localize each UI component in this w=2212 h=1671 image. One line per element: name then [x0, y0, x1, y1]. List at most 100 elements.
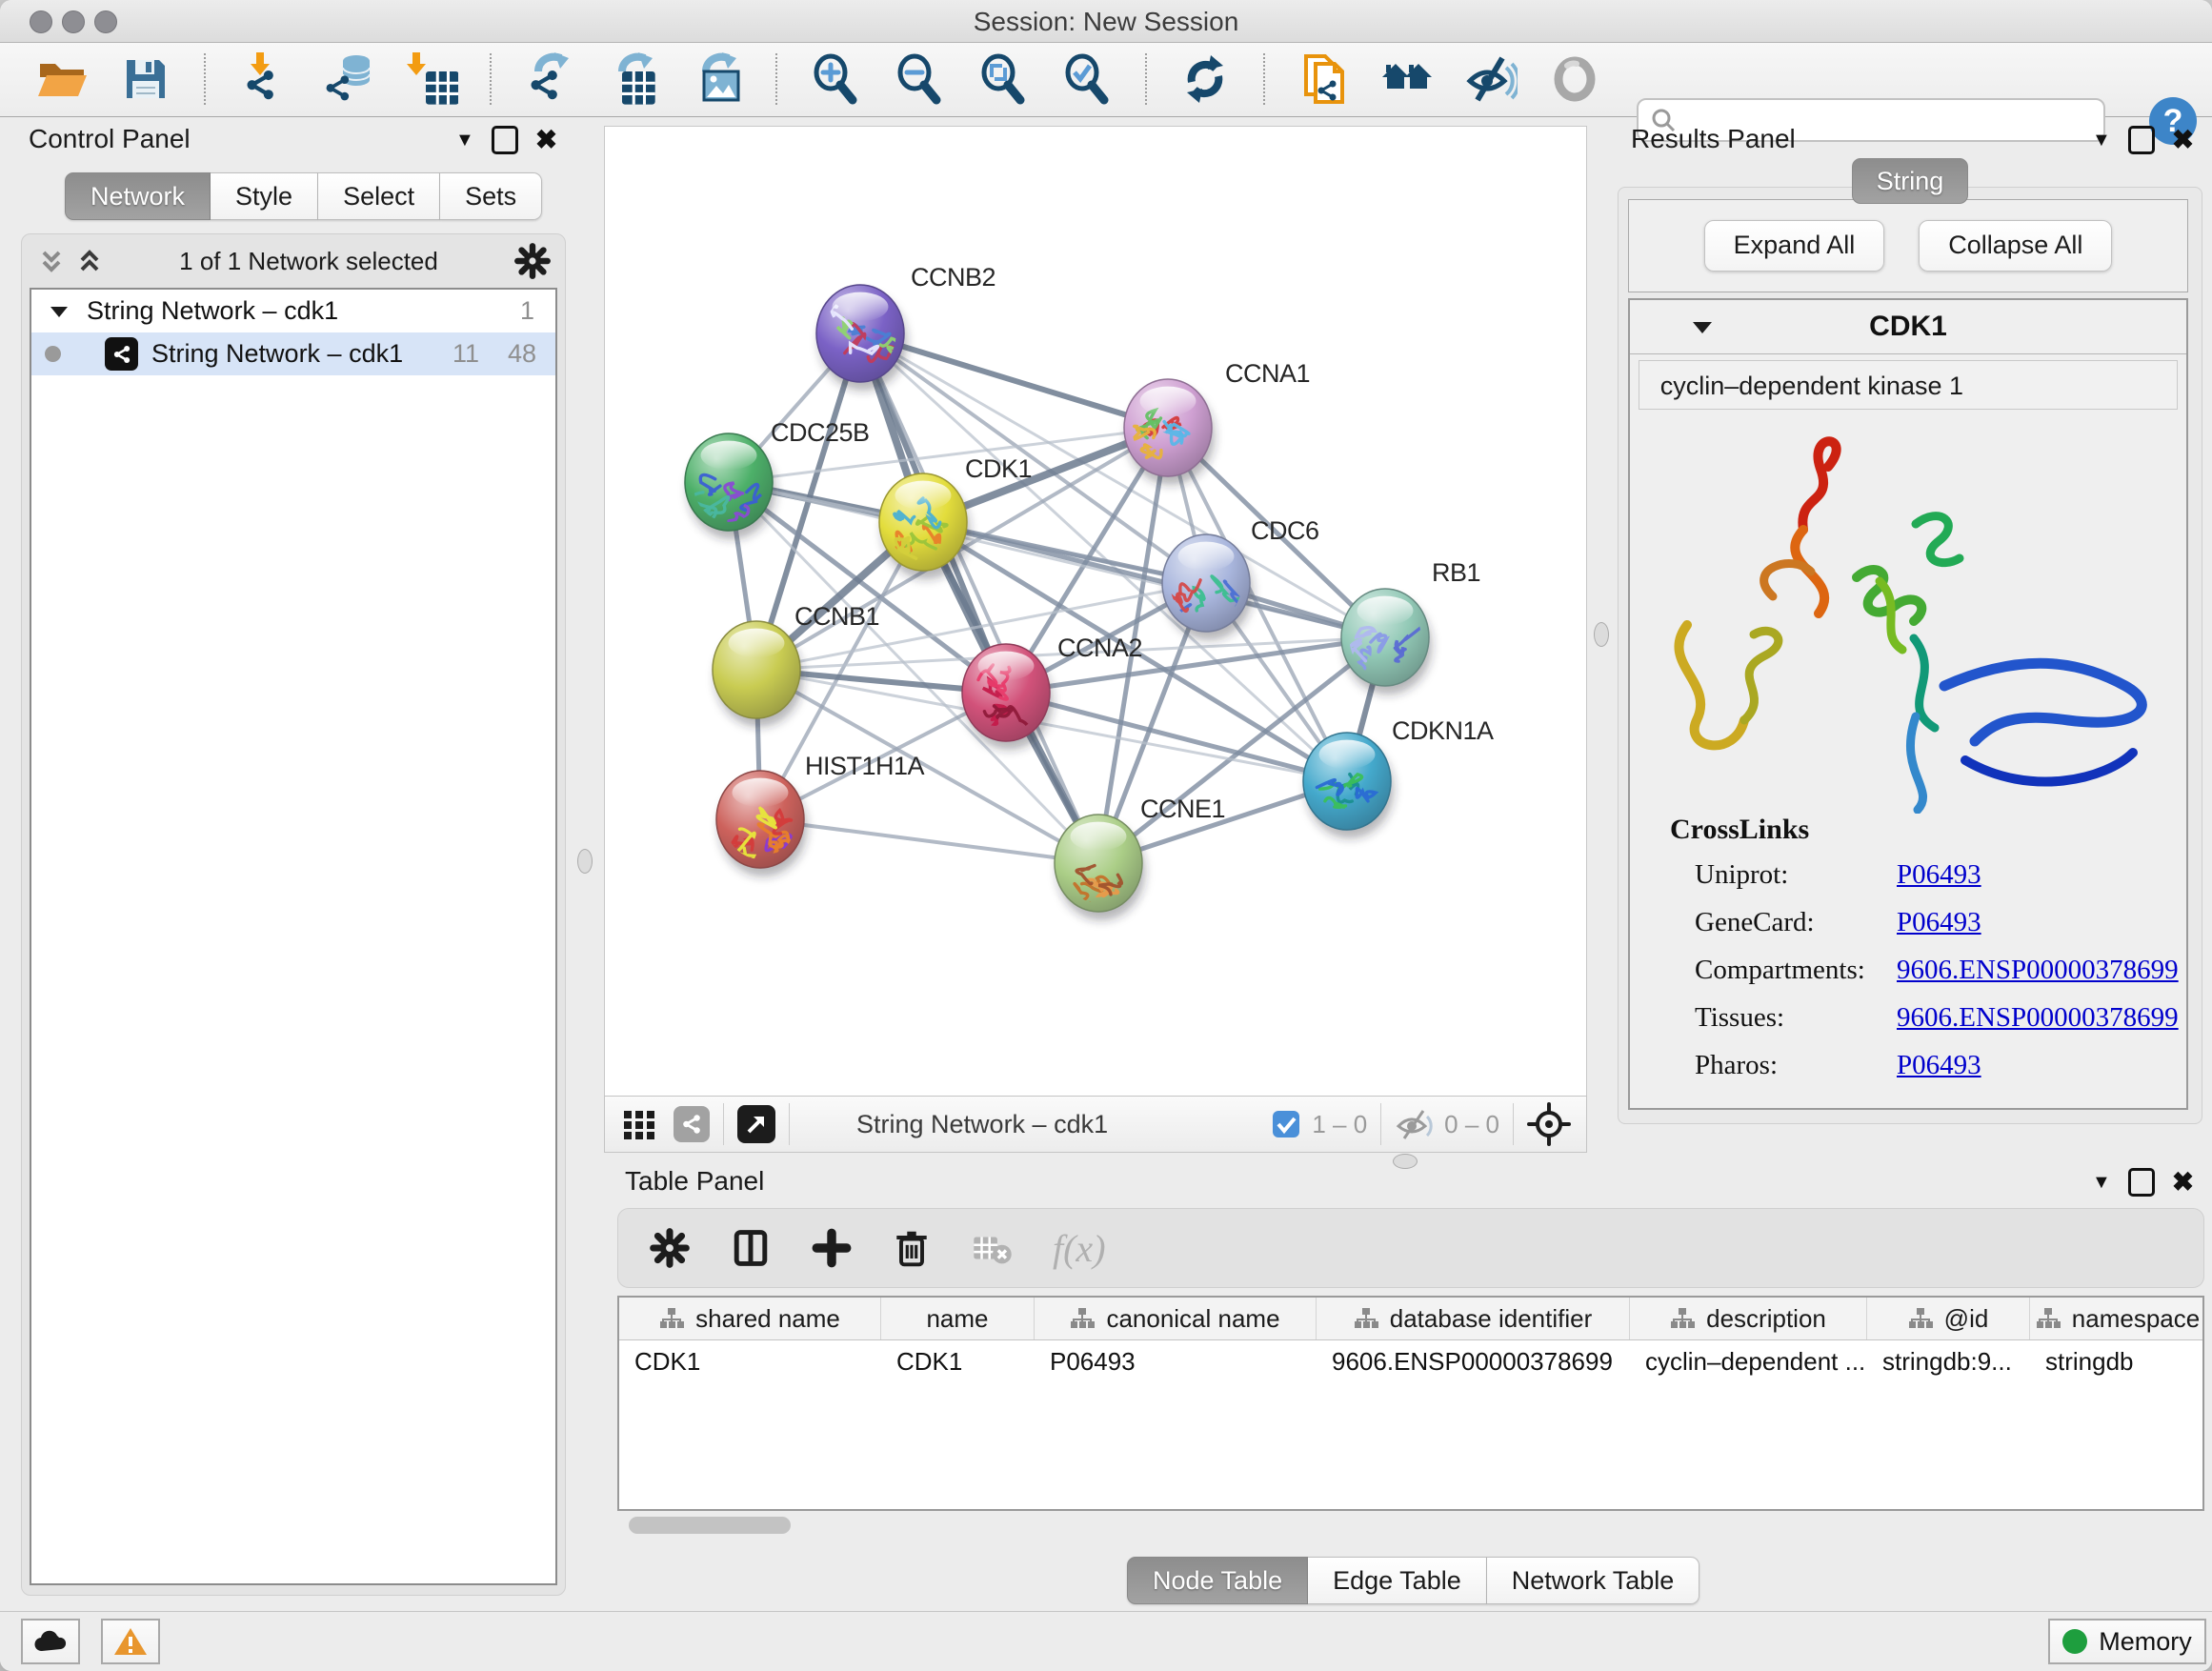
tab-select[interactable]: Select [318, 172, 440, 220]
column-header-shared-name[interactable]: shared name [619, 1298, 881, 1339]
horizontal-splitter-handle[interactable] [1393, 1154, 1418, 1169]
node-CCNA2[interactable] [962, 644, 1053, 750]
selected-nodes-checkbox-icon[interactable] [1270, 1108, 1302, 1140]
zoom-selected-icon [1060, 52, 1114, 106]
crosslink-link[interactable]: 9606.ENSP00000378699 [1897, 955, 2179, 985]
delete-column-trash-icon[interactable] [891, 1227, 933, 1269]
table-horizontal-scrollbar[interactable] [629, 1517, 791, 1534]
network-view-canvas[interactable]: CCNB2CCNA1CDC25BCDK1CDC6RB1CCNB1CCNA2CDK… [604, 126, 1587, 1097]
zoom-selected-button[interactable] [1059, 51, 1115, 107]
tab-string[interactable]: String [1852, 158, 1968, 204]
node-CDKN1A[interactable] [1303, 733, 1394, 838]
export-table-button[interactable] [606, 51, 661, 107]
crosslink-link[interactable]: P06493 [1897, 907, 1981, 937]
column-header-name[interactable]: name [881, 1298, 1035, 1339]
share-document-button[interactable] [1296, 51, 1351, 107]
warnings-button[interactable] [101, 1619, 160, 1664]
network-options-gear-icon[interactable] [513, 242, 552, 280]
column-header-id[interactable]: @id [1867, 1298, 2030, 1339]
home-icon [1380, 52, 1434, 106]
node-CCNB2[interactable] [816, 285, 907, 391]
memory-button[interactable]: Memory [2048, 1619, 2206, 1664]
crosslink-link[interactable]: P06493 [1897, 859, 1981, 890]
fit-center-crosshair-icon[interactable] [1527, 1102, 1571, 1146]
collection-expand-icon[interactable] [49, 303, 70, 320]
export-network-button[interactable] [522, 51, 577, 107]
detach-view-icon[interactable] [737, 1105, 775, 1143]
column-header-canonical-name[interactable]: canonical name [1035, 1298, 1317, 1339]
network-edges[interactable] [729, 333, 1385, 863]
home-button[interactable] [1379, 51, 1435, 107]
results-buttons-box: Expand All Collapse All [1628, 199, 2188, 292]
expand-all-networks-icon[interactable] [75, 245, 104, 277]
section-collapse-icon[interactable] [1691, 317, 1714, 336]
tab-edge-table[interactable]: Edge Table [1308, 1557, 1487, 1604]
network-collection-row[interactable]: String Network – cdk1 1 [31, 290, 555, 332]
collapse-all-networks-icon[interactable] [37, 245, 66, 277]
import-network-file-icon [237, 52, 291, 106]
import-network-file-button[interactable] [236, 51, 292, 107]
application-window: Session: New Session ? Control Panel ▼ ✖… [0, 0, 2212, 1671]
tab-sets[interactable]: Sets [440, 172, 542, 220]
control-panel-tabs: NetworkStyleSelectSets [65, 172, 542, 220]
cloud-button[interactable] [21, 1619, 80, 1664]
float-panel-icon[interactable]: ▼ [2092, 130, 2111, 151]
left-splitter-handle[interactable] [577, 849, 593, 874]
import-network-database-button[interactable] [320, 51, 375, 107]
node-CCNA1[interactable] [1124, 379, 1215, 485]
edge-HIST1H1A-CCNE1 [760, 819, 1098, 863]
column-type-icon [1908, 1306, 1933, 1331]
hidden-elements-icon[interactable] [1395, 1107, 1435, 1141]
float-panel-icon[interactable]: ▼ [455, 130, 474, 151]
collapse-all-button[interactable]: Collapse All [1919, 220, 2112, 272]
crosslink-link[interactable]: 9606.ENSP00000378699 [1897, 1002, 2179, 1033]
right-splitter-handle[interactable] [1594, 622, 1609, 647]
crosslink-link[interactable]: P06493 [1897, 1050, 1981, 1080]
close-panel-icon[interactable]: ✖ [535, 129, 557, 151]
table-cell: P06493 [1035, 1340, 1317, 1382]
column-header-description[interactable]: description [1630, 1298, 1867, 1339]
open-session-button[interactable] [34, 51, 90, 107]
refresh-button[interactable] [1177, 51, 1233, 107]
network-row-selected[interactable]: String Network – cdk1 11 48 [31, 332, 555, 375]
tab-node-table[interactable]: Node Table [1127, 1557, 1308, 1604]
show-columns-icon[interactable] [729, 1226, 773, 1270]
hide-graphics-button[interactable] [1463, 51, 1518, 107]
crosslink-label: GeneCard: [1670, 907, 1897, 938]
node-CDC25B[interactable] [685, 433, 775, 539]
float-panel-icon[interactable]: ▼ [2092, 1172, 2111, 1194]
table-header-row: shared namenamecanonical namedatabase id… [619, 1298, 2202, 1340]
column-header-namespace[interactable]: namespace [2030, 1298, 2204, 1339]
save-session-button[interactable] [118, 51, 173, 107]
node-section-header[interactable]: CDK1 [1630, 300, 2186, 354]
node-CCNB1[interactable] [713, 621, 803, 727]
zoom-out-button[interactable] [892, 51, 947, 107]
zoom-in-button[interactable] [808, 51, 863, 107]
node-HIST1H1A[interactable] [716, 771, 807, 876]
maximize-panel-icon[interactable] [492, 126, 518, 154]
table-options-gear-icon[interactable] [649, 1227, 691, 1269]
import-table-button[interactable] [404, 51, 459, 107]
grid-view-icon[interactable] [620, 1105, 658, 1143]
node-CDK1[interactable] [879, 473, 970, 579]
add-column-icon[interactable] [811, 1227, 853, 1269]
network-view-icon[interactable] [674, 1106, 710, 1142]
tab-network-table[interactable]: Network Table [1487, 1557, 1700, 1604]
maximize-panel-icon[interactable] [2128, 1168, 2155, 1197]
table-row[interactable]: CDK1CDK1P064939606.ENSP00000378699cyclin… [619, 1340, 2202, 1382]
share-document-icon [1297, 52, 1350, 106]
close-panel-icon[interactable]: ✖ [2172, 129, 2194, 151]
tab-style[interactable]: Style [211, 172, 318, 220]
column-header-database-identifier[interactable]: database identifier [1317, 1298, 1630, 1339]
toolbar-buttons [34, 50, 1602, 108]
node-RB1[interactable] [1341, 589, 1432, 695]
node-CCNE1[interactable] [1055, 815, 1145, 920]
tab-network[interactable]: Network [65, 172, 211, 220]
birdseye-view-button[interactable] [1547, 51, 1602, 107]
string-network-graph[interactable]: CCNB2CCNA1CDC25BCDK1CDC6RB1CCNB1CCNA2CDK… [605, 127, 1586, 1097]
close-panel-icon[interactable]: ✖ [2172, 1171, 2194, 1194]
export-image-button[interactable] [690, 51, 745, 107]
maximize-panel-icon[interactable] [2128, 126, 2155, 154]
zoom-fit-button[interactable] [975, 51, 1031, 107]
expand-all-button[interactable]: Expand All [1704, 220, 1885, 272]
